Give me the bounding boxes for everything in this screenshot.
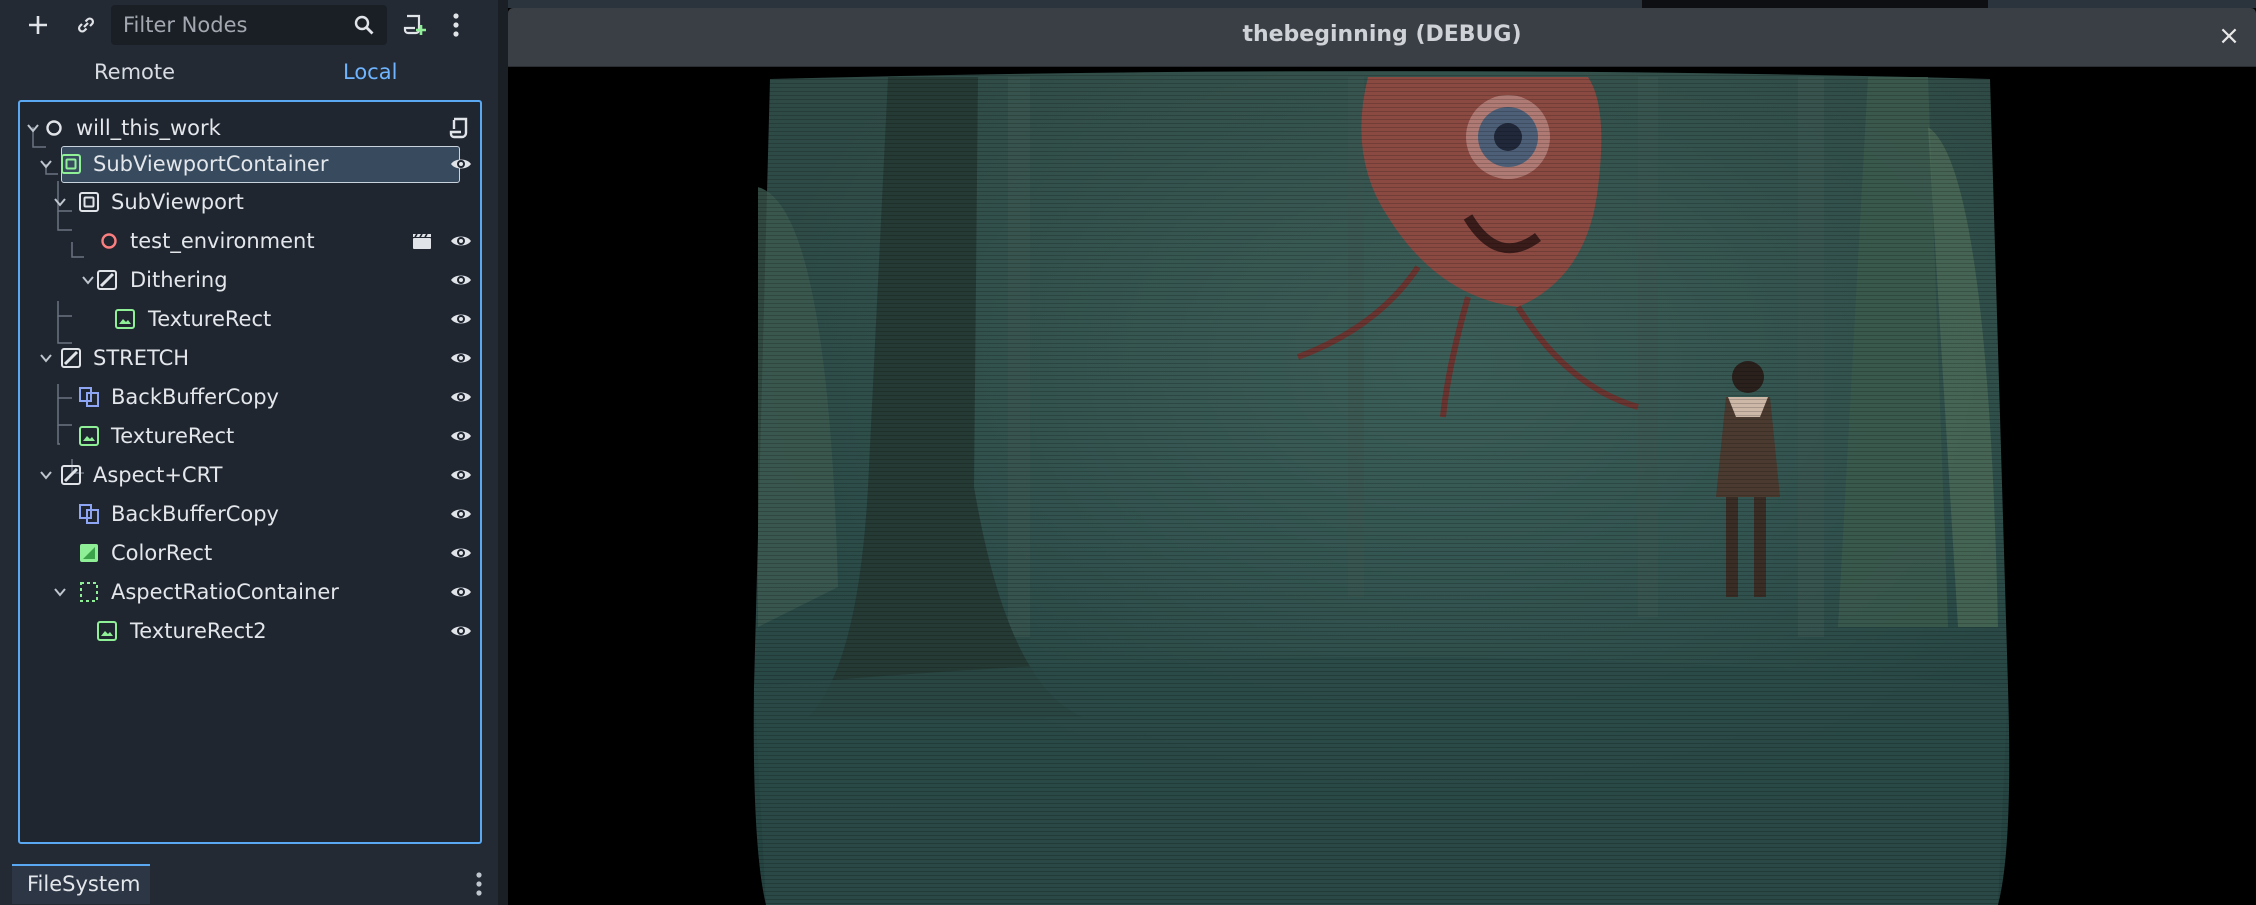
tab-remote[interactable]: Remote (94, 54, 175, 90)
visibility-eye-icon[interactable] (449, 347, 473, 369)
visibility-eye-icon[interactable] (449, 464, 473, 486)
tree-node-label: STRETCH (93, 346, 190, 370)
texturerect-icon (79, 426, 99, 446)
visibility-eye-icon[interactable] (449, 269, 473, 291)
subviewport-icon (79, 192, 99, 212)
filesystem-dock-bar: FileSystem (0, 862, 498, 905)
game-debug-window: thebeginning (DEBUG) × (508, 8, 2256, 905)
tree-node-label: will_this_work (76, 116, 221, 140)
tab-filesystem[interactable]: FileSystem (12, 864, 150, 904)
tree-node-label: TextureRect (111, 424, 235, 448)
tree-node-label: BackBufferCopy (111, 502, 279, 526)
attach-script-button[interactable] (395, 6, 435, 44)
search-icon (354, 15, 374, 35)
tree-node-label: TextureRect (148, 307, 272, 331)
visibility-eye-icon[interactable] (449, 542, 473, 564)
visibility-eye-icon[interactable] (449, 230, 473, 252)
chevron-down-icon[interactable] (23, 117, 43, 139)
visibility-eye-icon[interactable] (449, 581, 473, 603)
canvaslayer-icon (61, 465, 81, 485)
tree-node-dithering[interactable]: Dithering (20, 262, 480, 298)
tree-node-test-environment[interactable]: test_environment (20, 223, 480, 259)
tree-node-label: TextureRect2 (130, 619, 267, 643)
visibility-eye-icon[interactable] (449, 620, 473, 642)
visibility-eye-icon[interactable] (449, 386, 473, 408)
filter-nodes-field[interactable] (111, 5, 387, 45)
scene-menu-button[interactable] (441, 6, 471, 44)
tree-node-backbuffercopy[interactable]: BackBufferCopy (20, 496, 480, 532)
visibility-eye-icon[interactable] (449, 425, 473, 447)
tree-node-label: Dithering (130, 268, 228, 292)
kebab-menu-icon[interactable] (470, 870, 488, 898)
scene-toolbar (0, 0, 498, 50)
tree-node-texturerect2[interactable]: TextureRect2 (20, 613, 480, 649)
chevron-down-icon[interactable] (50, 581, 70, 603)
plus-icon (29, 16, 47, 34)
remote-local-tabs: Remote Local (0, 54, 498, 90)
chevron-down-icon[interactable] (50, 191, 70, 213)
link-icon (77, 17, 95, 33)
chevron-down-icon[interactable] (36, 464, 56, 486)
instance-scene-button[interactable] (66, 6, 106, 44)
tree-node-will-this-work[interactable]: will_this_work (20, 110, 480, 146)
scene-dock: Remote Local will_th (0, 0, 498, 905)
window-titlebar[interactable]: thebeginning (DEBUG) × (508, 8, 2256, 67)
filter-nodes-input[interactable] (111, 5, 353, 45)
backbuffercopy-icon (79, 504, 99, 524)
tree-node-stretch[interactable]: STRETCH (20, 340, 480, 376)
tree-node-label: ColorRect (111, 541, 213, 565)
add-node-button[interactable] (18, 6, 58, 44)
texturerect-icon (115, 309, 135, 329)
tree-node-label: test_environment (130, 229, 315, 253)
tree-node-colorrect[interactable]: ColorRect (20, 535, 480, 571)
node3d-instance-icon (101, 233, 117, 249)
kebab-menu-icon (453, 13, 459, 37)
tree-node-label: SubViewport (111, 190, 244, 214)
tree-node-label: Aspect+CRT (93, 463, 223, 487)
node3d-icon (46, 120, 62, 136)
open-scene-clapper-icon[interactable] (410, 230, 434, 252)
colorrect-icon (80, 544, 98, 562)
tree-node-label: SubViewportContainer (93, 152, 329, 176)
tree-node-texturerect[interactable]: TextureRect (20, 301, 480, 337)
tree-node-subviewport[interactable]: SubViewport (20, 184, 480, 220)
tree-node-label: BackBufferCopy (111, 385, 279, 409)
add-script-icon (403, 14, 426, 35)
backbuffercopy-icon (79, 387, 99, 407)
script-icon[interactable] (447, 117, 471, 139)
tree-node-subviewportcontainer[interactable]: SubViewportContainer (20, 146, 480, 182)
game-scene-viewport[interactable] (508, 67, 2256, 905)
tree-node-backbuffercopy[interactable]: BackBufferCopy (20, 379, 480, 415)
window-title: thebeginning (DEBUG) (1242, 22, 1522, 47)
close-button[interactable]: × (2214, 21, 2244, 51)
tree-node-texturerect[interactable]: TextureRect (20, 418, 480, 454)
texturerect-icon (97, 621, 117, 641)
aspectratiocontainer-icon (80, 582, 98, 602)
dock-splitter[interactable] (498, 0, 508, 905)
editor-top-strip (508, 0, 2256, 8)
canvaslayer-icon (61, 348, 81, 368)
visibility-eye-icon[interactable] (449, 308, 473, 330)
tree-node-aspectratiocontainer[interactable]: AspectRatioContainer (20, 574, 480, 610)
chevron-down-icon[interactable] (36, 347, 56, 369)
tree-node-label: AspectRatioContainer (111, 580, 339, 604)
chevron-down-icon[interactable] (78, 269, 98, 291)
tab-local[interactable]: Local (343, 54, 397, 90)
tree-node-aspect-crt[interactable]: Aspect+CRT (20, 457, 480, 493)
chevron-down-icon[interactable] (36, 153, 56, 175)
visibility-eye-icon[interactable] (449, 503, 473, 525)
subviewportcontainer-icon (61, 154, 81, 174)
scene-tree: will_this_work SubViewportContainer SubV… (18, 100, 482, 844)
canvaslayer-icon (97, 270, 117, 290)
visibility-eye-icon[interactable] (449, 153, 473, 175)
